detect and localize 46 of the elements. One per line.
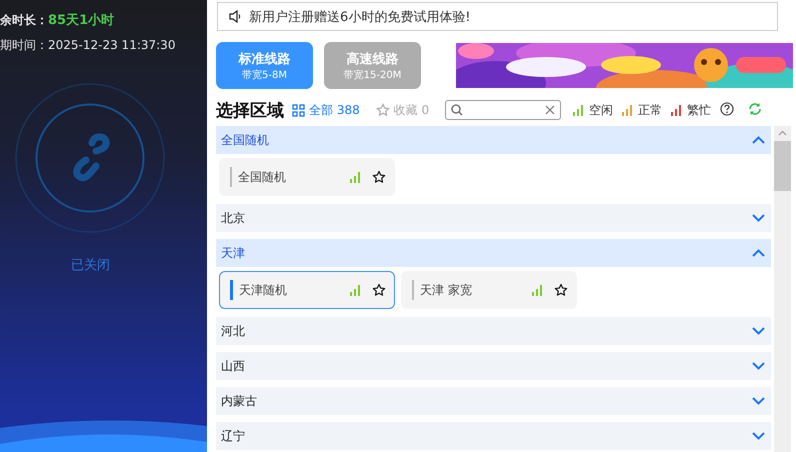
star-icon[interactable]: [372, 283, 386, 297]
all-tab[interactable]: 全部 388: [292, 102, 360, 118]
region-header[interactable]: 北京: [216, 204, 771, 232]
remaining-time-value: 85天1小时: [48, 12, 114, 29]
speaker-icon: [228, 10, 241, 23]
section-title: 选择区域: [216, 100, 284, 122]
clear-icon[interactable]: [545, 105, 556, 115]
grid-icon: [292, 104, 305, 116]
refresh-icon[interactable]: [748, 102, 762, 116]
node-name: 天津 家宽: [420, 282, 473, 298]
scrollbar[interactable]: [774, 126, 791, 452]
search-icon: [451, 104, 464, 116]
region-header[interactable]: 辽宁: [216, 422, 771, 450]
region-header[interactable]: 山西: [216, 352, 771, 380]
notice-text: 新用户注册赠送6小时的免费试用体验!: [249, 8, 470, 26]
expiry-time-label: 期时间：: [0, 37, 48, 54]
node-item[interactable]: 天津随机: [219, 271, 395, 309]
legend-label: 正常: [638, 102, 662, 118]
star-icon[interactable]: [554, 283, 568, 297]
search-field[interactable]: [445, 100, 562, 120]
node-item[interactable]: 全国随机: [219, 158, 395, 196]
region-header[interactable]: 天津: [216, 239, 771, 267]
region-header[interactable]: 内蒙古: [216, 387, 771, 415]
scroll-up-icon[interactable]: [778, 130, 787, 136]
chevron-up-icon: [752, 249, 765, 257]
chevron-up-icon: [752, 136, 765, 144]
legend-label: 空闲: [589, 102, 614, 118]
expiry-time-value: 2025-12-23 11:37:30: [48, 38, 176, 52]
chevron-down-icon: [752, 327, 765, 335]
connection-status: 已关闭: [71, 257, 110, 274]
connect-button[interactable]: [14, 82, 166, 234]
legend-label: 繁忙: [687, 102, 712, 118]
scroll-thumb[interactable]: [774, 141, 791, 191]
region-header[interactable]: 河北: [216, 317, 771, 345]
chevron-down-icon: [752, 432, 765, 440]
node-name: 天津随机: [239, 282, 288, 298]
star-icon[interactable]: [372, 170, 386, 184]
remaining-time-label: 余时长：: [0, 12, 48, 29]
region-header[interactable]: 全国随机: [216, 126, 771, 154]
help-icon[interactable]: [720, 102, 734, 116]
star-icon: [376, 103, 390, 117]
chevron-down-icon: [752, 362, 765, 370]
chevron-down-icon: [752, 397, 765, 405]
node-name: 全国随机: [238, 168, 287, 186]
chevron-down-icon: [752, 214, 765, 222]
node-item[interactable]: 天津 家宽: [401, 271, 577, 309]
